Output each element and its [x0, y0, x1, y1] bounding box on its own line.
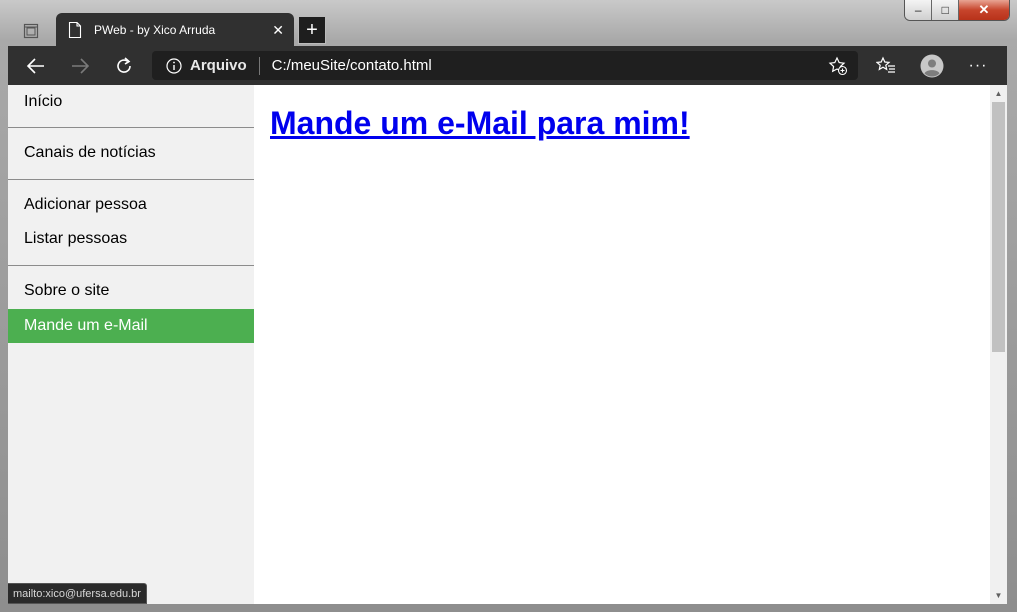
document-icon — [68, 21, 82, 38]
back-button[interactable] — [24, 54, 48, 78]
sidebar-nav: Início Canais de notícias Adicionar pess… — [8, 85, 254, 604]
info-icon[interactable] — [166, 57, 182, 74]
address-url[interactable]: C:/meuSite/contato.html — [272, 57, 432, 74]
forward-button[interactable] — [68, 54, 92, 78]
tab-close-icon[interactable]: ✕ — [272, 22, 284, 39]
tab-actions-icon[interactable] — [21, 21, 41, 41]
sidebar-item-adicionar-pessoa[interactable]: Adicionar pessoa — [8, 188, 254, 222]
link-status-tooltip: mailto:xico@ufersa.edu.br — [8, 583, 147, 604]
window-frame: ‒ □ ✕ PWeb - by Xico Arruda ✕ + Arquivo … — [0, 0, 1017, 612]
browser-toolbar: Arquivo C:/meuSite/contato.html ··· — [8, 46, 1007, 85]
scroll-up-icon[interactable]: ▲ — [990, 85, 1007, 102]
add-favorite-icon[interactable] — [828, 56, 848, 76]
refresh-icon — [117, 57, 131, 73]
tab-strip: PWeb - by Xico Arruda ✕ + — [8, 13, 1007, 46]
scroll-thumb[interactable] — [992, 102, 1005, 352]
sidebar-item-listar-pessoas[interactable]: Listar pessoas — [8, 222, 254, 256]
sidebar-divider — [8, 179, 254, 180]
address-bar[interactable]: Arquivo C:/meuSite/contato.html — [152, 51, 858, 80]
profile-button[interactable] — [920, 54, 944, 78]
arrow-right-icon — [72, 58, 90, 74]
vertical-scrollbar[interactable]: ▲ ▼ — [990, 85, 1007, 604]
sidebar-item-inicio[interactable]: Início — [8, 85, 254, 119]
new-tab-button[interactable]: + — [298, 16, 326, 44]
arrow-left-icon — [26, 58, 44, 74]
refresh-button[interactable] — [112, 54, 136, 78]
tab-title: PWeb - by Xico Arruda — [94, 22, 216, 37]
page-viewport: Início Canais de notícias Adicionar pess… — [8, 85, 1007, 604]
sidebar-item-mande-um-email[interactable]: Mande um e-Mail — [8, 309, 254, 343]
scroll-down-icon[interactable]: ▼ — [990, 587, 1007, 604]
address-separator — [258, 56, 260, 75]
sidebar-divider — [8, 265, 254, 266]
avatar-icon — [920, 54, 944, 78]
sidebar-item-sobre-o-site[interactable]: Sobre o site — [8, 274, 254, 308]
more-menu-button[interactable]: ··· — [966, 54, 990, 78]
email-heading-link[interactable]: Mande um e-Mail para mim! — [270, 105, 690, 141]
favorites-list-icon — [876, 56, 895, 73]
favorites-button[interactable] — [874, 54, 898, 78]
main-content: Mande um e-Mail para mim! — [270, 105, 690, 142]
sidebar-divider — [8, 127, 254, 128]
tab-active[interactable]: PWeb - by Xico Arruda ✕ — [56, 13, 294, 46]
sidebar-item-canais-de-noticias[interactable]: Canais de notícias — [8, 136, 254, 170]
address-scheme-label: Arquivo — [190, 57, 247, 74]
